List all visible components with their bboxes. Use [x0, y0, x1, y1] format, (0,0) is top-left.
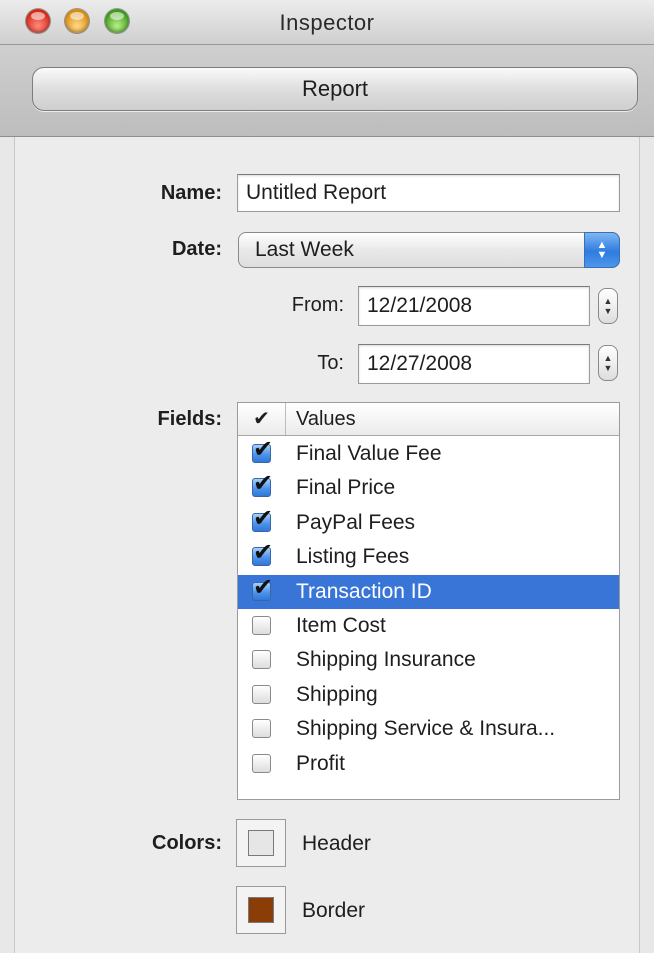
row-label: Shipping Service & Insura...	[296, 717, 556, 741]
stepper-up-icon: ▲	[603, 296, 613, 306]
checkbox-checked[interactable]: ✔	[252, 470, 273, 498]
table-row[interactable]: Profit	[238, 747, 619, 781]
colors-label: Colors:	[152, 832, 222, 854]
table-row[interactable]: Shipping Service & Insura...	[238, 712, 619, 746]
checkbox-unchecked[interactable]	[252, 684, 271, 704]
title-bar[interactable]: Inspector	[0, 0, 654, 45]
table-row[interactable]: ✔ Listing Fees	[238, 539, 619, 574]
check-column-header[interactable]: ✔	[238, 403, 286, 435]
window-title: Inspector	[279, 10, 375, 35]
to-date-stepper[interactable]: ▲ ▼	[598, 345, 618, 381]
from-label: From:	[291, 294, 344, 316]
checkbox-checked[interactable]: ✔	[252, 505, 273, 532]
stepper-up-icon: ▲	[603, 353, 613, 363]
table-row[interactable]: Shipping	[238, 678, 619, 712]
date-range-popup[interactable]: Last Week ▲ ▼	[238, 232, 620, 268]
name-field[interactable]: Untitled Report	[237, 174, 620, 212]
checkbox-unchecked[interactable]	[252, 719, 271, 739]
header-color-label: Header	[302, 832, 371, 855]
checkbox-unchecked[interactable]	[252, 616, 271, 635]
stepper-down-icon: ▼	[603, 306, 613, 316]
table-row[interactable]: Item Cost	[238, 609, 619, 643]
row-label: PayPal Fees	[296, 510, 416, 534]
row-label: Final Price	[296, 476, 396, 500]
row-label: Shipping Insurance	[296, 648, 476, 672]
table-row[interactable]: Shipping Insurance	[238, 643, 619, 677]
row-label: Listing Fees	[296, 545, 410, 569]
row-label: Profit	[296, 751, 346, 775]
border-color-well[interactable]	[236, 886, 286, 934]
row-label: Shipping	[296, 682, 378, 706]
from-date-field[interactable]: 12/21/2008	[358, 286, 590, 326]
row-label: Final Value Fee	[296, 442, 442, 465]
checkbox-checked[interactable]: ✔	[252, 574, 273, 601]
border-color-label: Border	[302, 899, 366, 922]
table-row[interactable]: ✔ Final Price	[238, 470, 619, 505]
table-row[interactable]: ✔ Final Value Fee	[238, 436, 619, 471]
row-label: Item Cost	[296, 614, 386, 637]
fields-table[interactable]: ✔ Values ✔ Final Value Fee ✔ Final Price ✔ Pa…	[237, 402, 620, 800]
fields-label: Fields:	[157, 408, 222, 430]
values-column-header[interactable]: Values	[296, 403, 356, 435]
popup-arrows-icon: ▲ ▼	[584, 232, 620, 268]
report-button[interactable]: Report	[32, 67, 638, 111]
date-label: Date:	[171, 238, 222, 260]
checkmark-icon: ✔	[253, 504, 274, 532]
stepper-down-icon: ▼	[603, 363, 613, 373]
checkmark-icon: ✔	[253, 573, 274, 601]
toolbar: Report	[0, 45, 654, 137]
name-label: Name:	[160, 182, 222, 204]
checkmark-icon: ✔	[253, 470, 274, 498]
inspector-window: Inspector Report Name: Untitled Report D…	[0, 0, 654, 953]
table-header: ✔ Values	[238, 403, 619, 436]
header-color-swatch	[248, 830, 274, 856]
checkmark-icon: ✔	[253, 436, 274, 463]
date-range-value: Last Week	[255, 238, 354, 261]
checkbox-checked[interactable]: ✔	[252, 539, 273, 567]
border-color-swatch	[248, 897, 274, 923]
checkmark-icon: ✔	[253, 539, 274, 567]
to-label: To:	[317, 352, 344, 374]
header-color-well[interactable]	[236, 819, 286, 867]
to-date-field[interactable]: 12/27/2008	[358, 344, 590, 384]
checkbox-checked[interactable]: ✔	[252, 436, 273, 463]
from-date-stepper[interactable]: ▲ ▼	[598, 288, 618, 324]
checkbox-unchecked[interactable]	[252, 650, 271, 670]
table-row[interactable]: ✔ Transaction ID	[238, 574, 619, 609]
row-label: Transaction ID	[296, 579, 432, 603]
checkbox-unchecked[interactable]	[252, 753, 271, 773]
table-row[interactable]: ✔ PayPal Fees	[238, 505, 619, 540]
